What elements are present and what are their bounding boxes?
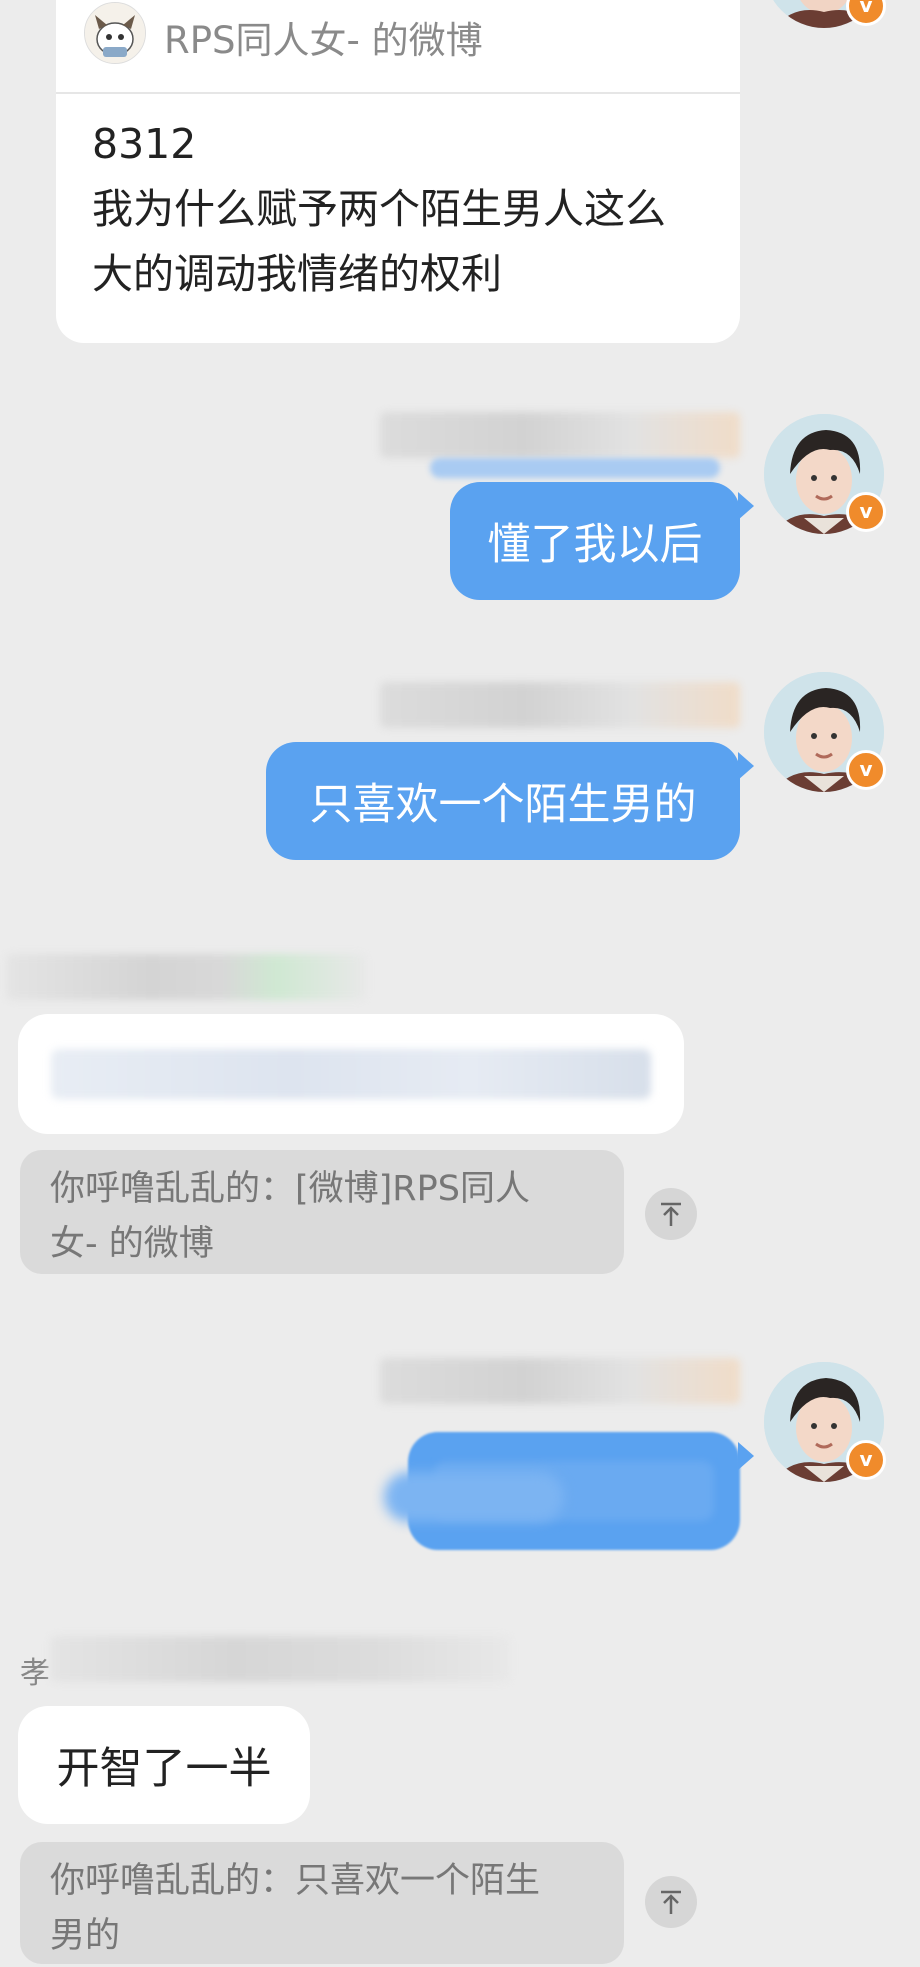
bubble-tail	[738, 752, 754, 780]
blurred-reply-strip	[430, 458, 720, 478]
shared-post-line: 大的调动我情绪的权利	[92, 250, 502, 298]
sender-name-prefix: 孝	[20, 1656, 50, 1691]
bubble-tail	[738, 1442, 754, 1470]
user-avatar[interactable]: v	[764, 672, 886, 792]
user-avatar[interactable]: v	[764, 1362, 886, 1482]
sender-name-blurred	[380, 412, 740, 458]
shared-post-card[interactable]: RPS同人女- 的微博 8312 我为什么赋予两个陌生男人这么 大的调动我情绪的…	[56, 0, 740, 343]
quote-line: 男的	[50, 1916, 121, 1956]
verified-badge-icon: v	[846, 1440, 886, 1480]
sender-name-blurred	[6, 954, 366, 1000]
shared-post-line: 我为什么赋予两个陌生男人这么	[92, 185, 666, 233]
blurred-overlay-strip	[384, 1472, 564, 1522]
message-text: 开智了一半	[56, 1744, 272, 1794]
message-bubble-incoming-blurred[interactable]	[18, 1014, 684, 1134]
verified-badge-icon: v	[846, 0, 886, 26]
quote-line: 你呼噜乱乱的：[微博]RPS同人	[50, 1169, 530, 1209]
shared-post-line: 8312	[92, 120, 197, 168]
arrow-up-icon	[661, 1202, 681, 1226]
bubble-tail	[738, 492, 754, 520]
quote-line: 你呼噜乱乱的：只喜欢一个陌生	[50, 1861, 541, 1901]
jump-to-quote-button[interactable]	[645, 1188, 697, 1240]
sender-name-blurred	[380, 1358, 740, 1404]
verified-badge-icon: v	[846, 750, 886, 790]
jump-to-quote-button[interactable]	[645, 1876, 697, 1928]
source-avatar-icon	[84, 2, 146, 64]
message-bubble-outgoing[interactable]: 懂了我以后	[450, 482, 740, 600]
user-avatar-top[interactable]: v	[764, 0, 886, 28]
shared-post-body: 8312 我为什么赋予两个陌生男人这么 大的调动我情绪的权利	[92, 112, 712, 307]
verified-badge-icon: v	[846, 492, 886, 532]
shared-post-source-title: RPS同人女- 的微博	[164, 19, 483, 62]
message-text: 只喜欢一个陌生男的	[309, 780, 697, 830]
user-avatar[interactable]: v	[764, 414, 886, 534]
shared-post-header: RPS同人女- 的微博	[56, 0, 740, 94]
sender-name-blurred	[380, 682, 740, 728]
message-bubble-incoming[interactable]: 开智了一半	[18, 1706, 310, 1824]
quoted-message[interactable]: 你呼噜乱乱的：只喜欢一个陌生 男的	[20, 1842, 624, 1964]
message-text: 懂了我以后	[487, 520, 703, 570]
quote-line: 女- 的微博	[50, 1224, 214, 1264]
arrow-up-icon	[661, 1890, 681, 1914]
sender-name-blurred	[50, 1636, 510, 1682]
message-text-blurred	[51, 1049, 651, 1099]
message-bubble-outgoing[interactable]: 只喜欢一个陌生男的	[266, 742, 740, 860]
quoted-message[interactable]: 你呼噜乱乱的：[微博]RPS同人 女- 的微博	[20, 1150, 624, 1274]
